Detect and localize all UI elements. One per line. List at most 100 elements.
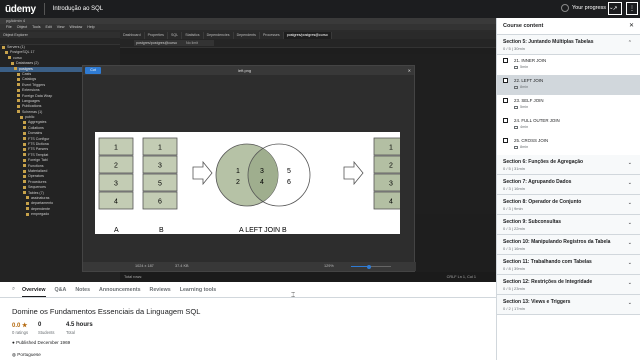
lecture-item[interactable]: 21. INNER JOIN 5min (497, 55, 640, 75)
tab-qa[interactable]: Q&A (55, 287, 67, 293)
table-b-label: B (159, 227, 164, 234)
tab-reviews[interactable]: Reviews (150, 287, 171, 293)
tab-processes[interactable]: Processes (260, 32, 284, 39)
section-header[interactable]: Section 11: Trabalhando com Tabelas 0 / 8… (497, 255, 640, 275)
video-icon (514, 145, 518, 149)
tree-node-icon (23, 180, 26, 184)
lecture-duration: 8min (514, 85, 640, 89)
tree-node-icon (17, 99, 20, 103)
section-header[interactable]: Section 5: Juntando Múltiplas Tabelas 0 /… (497, 35, 640, 55)
menu-view[interactable]: View (57, 25, 65, 29)
tB-cell-value: 1 (158, 145, 162, 152)
menu-edit[interactable]: Edit (46, 25, 52, 29)
tree-item-label: Domains (28, 131, 43, 136)
lecture-checkbox[interactable] (503, 58, 508, 63)
section-header[interactable]: Section 13: Views e Triggers 0 / 2 | 17mi… (497, 295, 640, 315)
course-tabs: ⌕ Overview Q&A Notes Announcements Revie… (0, 282, 496, 298)
viewer-file-name: left.png (238, 68, 252, 73)
section-progress: 0 / 3 | 9min (503, 206, 523, 211)
lecture-item[interactable]: 23. SELF JOIN 5min (497, 95, 640, 115)
limit-selector[interactable]: No limit (184, 40, 214, 46)
menu-window[interactable]: Window (69, 25, 82, 29)
zoom-slider[interactable] (351, 264, 391, 269)
lecture-checkbox[interactable] (503, 98, 508, 103)
video-icon (514, 105, 518, 109)
hours-label: Total (66, 330, 75, 335)
table-b: 1 3 5 6 (142, 137, 178, 210)
tR-cell-value: 4 (389, 199, 393, 206)
tree-node-icon (23, 142, 26, 146)
status-bar: Total rows: CRLF Ln 1, Col 1 (120, 272, 496, 282)
tab-dependents[interactable]: Dependents (234, 32, 260, 39)
language-text: Portuguese (17, 352, 41, 357)
tab-dependencies[interactable]: Dependencies (204, 32, 234, 39)
tree-item-label: Aggregates (28, 120, 47, 125)
more-options-button[interactable]: ⋮ (626, 2, 638, 15)
video-player[interactable]: pgAdmin 4 File Object Tools Edit View Wi… (0, 18, 496, 282)
tB-cell-value: 6 (158, 199, 162, 206)
menu-help[interactable]: Help (87, 25, 94, 29)
zoom-level[interactable]: 129% (324, 262, 334, 271)
section-header[interactable]: Section 9: Subconsultas 0 / 3 | 22min ⌄ (497, 215, 640, 235)
tree-item-label: Sequences (28, 185, 46, 190)
tab-overview[interactable]: Overview (21, 283, 46, 297)
section-progress: 0 / 5 | 23min (503, 286, 525, 291)
lecture-item[interactable]: 22. LEFT JOIN 8min (497, 75, 640, 95)
progress-button[interactable]: Your progress ⌄ (561, 4, 614, 12)
section-progress: 0 / 5 | 30min (503, 46, 525, 51)
tree-node-icon (26, 196, 29, 200)
tA-cell-value: 3 (114, 181, 118, 188)
students-value: 0 (38, 322, 42, 328)
lecture-checkbox[interactable] (503, 118, 508, 123)
chevron-down-icon: ⌄ (627, 280, 632, 286)
lecture-checkbox[interactable] (503, 78, 508, 83)
section-title: Section 5: Juntando Múltiplas Tabelas (503, 39, 594, 45)
chevron-down-icon: ⌄ (627, 260, 632, 266)
video-icon (514, 85, 518, 89)
lecture-item[interactable]: 24. FULL OUTER JOIN 4min (497, 115, 640, 135)
menu-file[interactable]: File (6, 25, 12, 29)
tree-item-label: Servers (1) (7, 45, 25, 49)
explorer-toolbar (0, 38, 120, 45)
tab-notes[interactable]: Notes (75, 287, 90, 293)
section-header[interactable]: Section 7: Agrupando Dados 0 / 3 | 16min ⌄ (497, 175, 640, 195)
section-header[interactable]: Section 12: Restrições de Integridade 0 /… (497, 275, 640, 295)
tB-cell-value: 3 (158, 163, 162, 170)
share-button[interactable]: ↗ (608, 2, 622, 15)
course-title[interactable]: Introdução ao SQL (53, 6, 103, 12)
close-icon[interactable]: ✕ (629, 18, 634, 35)
section-header[interactable]: Section 8: Operador de Conjunto 0 / 3 | 9… (497, 195, 640, 215)
tree-item-label: PostgreSQL 17 (10, 50, 35, 55)
tab-query-tool[interactable]: postgres/postgres@curso (283, 32, 332, 39)
section-header[interactable]: Section 6: Funções de Agregação 0 / 5 | 3… (497, 155, 640, 175)
tab-properties[interactable]: Properties (145, 32, 168, 39)
tR-cell-value: 2 (389, 163, 393, 170)
tree-node-icon (23, 137, 26, 141)
crop-button[interactable]: Cut (85, 67, 101, 74)
tree-node-icon (26, 201, 29, 205)
arrow-right-icon (192, 160, 213, 186)
tab-learning-tools[interactable]: Learning tools (180, 287, 217, 293)
tR-cell (373, 155, 409, 174)
tab-statistics[interactable]: Statistics (182, 32, 204, 39)
menu-object[interactable]: Object (17, 25, 27, 29)
total-rows-label: Total rows: (124, 275, 143, 279)
close-icon[interactable]: ✕ (408, 66, 411, 75)
menu-tools[interactable]: Tools (32, 25, 40, 29)
tab-announcements[interactable]: Announcements (99, 287, 141, 293)
tree-node-icon (2, 45, 5, 49)
zoom-slider-knob[interactable] (367, 264, 371, 269)
udemy-logo[interactable]: ūdemy (5, 4, 36, 15)
tree-node-icon (23, 174, 26, 178)
tree-item-label: Event Triggers (22, 82, 46, 87)
lecture-title: 24. FULL OUTER JOIN (514, 118, 560, 123)
tab-dashboard[interactable]: Dashboard (120, 32, 145, 39)
section-header[interactable]: Section 10: Manipulando Registros da Tab… (497, 235, 640, 255)
lecture-checkbox[interactable] (503, 138, 508, 143)
tree-node-icon (23, 164, 26, 168)
lecture-item[interactable]: 25. CROSS JOIN 8min (497, 135, 640, 155)
section-progress: 0 / 5 | 31min (503, 166, 525, 171)
info-icon: ● (12, 340, 15, 345)
search-icon[interactable]: ⌕ (12, 286, 15, 293)
tab-sql[interactable]: SQL (168, 32, 183, 39)
